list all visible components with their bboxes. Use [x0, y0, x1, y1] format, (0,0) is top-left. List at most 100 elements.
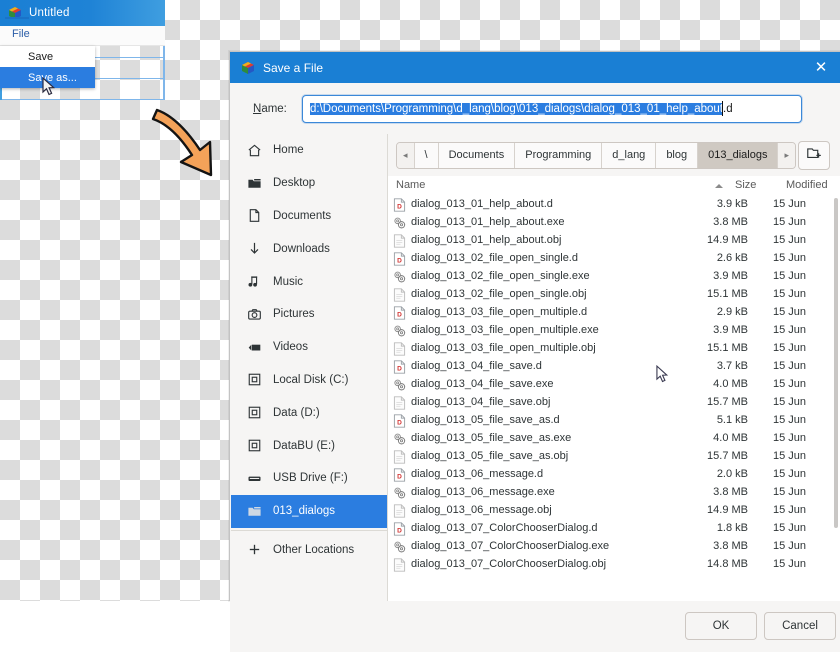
save-file-dialog: Save a File ✕ Name: d:\Documents\Program… [229, 51, 840, 652]
sidebar-item-data-d[interactable]: Data (D:) [231, 396, 387, 429]
breadcrumb-programming[interactable]: Programming [515, 142, 603, 168]
filename-row: Name: d:\Documents\Programming\d_lang\bl… [230, 83, 840, 134]
table-row[interactable]: Ddialog_013_01_help_about.d 3.9 kB 15 Jun [388, 196, 840, 214]
sidebar-item-home[interactable]: Home [231, 134, 387, 167]
ok-button[interactable]: OK [685, 612, 757, 640]
close-icon[interactable]: ✕ [801, 52, 840, 83]
table-row[interactable]: dialog_013_01_help_about.obj 14.9 MB 15 Ju… [388, 232, 840, 250]
drive-icon [245, 372, 263, 387]
file-name: dialog_013_02_file_open_single.obj [411, 288, 587, 300]
table-row[interactable]: dialog_013_03_file_open_multiple.obj 15.1… [388, 340, 840, 358]
file-modified: 15 Jun [772, 198, 806, 210]
file-name: dialog_013_05_file_save_as.obj [411, 450, 569, 462]
file-size: 14.9 MB [707, 504, 748, 516]
file-name: dialog_013_07_ColorChooserDialog.d [411, 522, 598, 534]
table-row[interactable]: Ddialog_013_05_file_save_as.d 5.1 kB 15 Ju… [388, 412, 840, 430]
sidebar-item-pictures[interactable]: Pictures [231, 298, 387, 331]
d-source-icon: D [393, 306, 406, 320]
breadcrumb-blog[interactable]: blog [656, 142, 699, 168]
file-size: 14.8 MB [707, 558, 748, 570]
table-row[interactable]: Ddialog_013_07_ColorChooserDialog.d 1.8 k… [388, 520, 840, 538]
table-row[interactable]: dialog_013_06_message.obj 14.9 MB 15 Jun [388, 502, 840, 520]
sidebar-item-databu-e[interactable]: DataBU (E:) [231, 429, 387, 462]
d-source-icon: D [393, 468, 406, 482]
file-list[interactable]: Ddialog_013_01_help_about.d 3.9 kB 15 Jun d… [388, 196, 840, 601]
svg-text:D: D [397, 527, 402, 534]
table-row[interactable]: Ddialog_013_02_file_open_single.d 2.6 kB 1… [388, 250, 840, 268]
sidebar-item-label: Desktop [273, 177, 316, 190]
table-row[interactable]: dialog_013_06_message.exe 3.8 MB 15 Jun [388, 484, 840, 502]
executable-icon [393, 324, 406, 338]
file-modified: 15 Jun [772, 324, 806, 336]
table-row[interactable]: dialog_013_04_file_save.exe 4.0 MB 15 Jun [388, 376, 840, 394]
sidebar-item-013-dialogs[interactable]: 013_dialogs [231, 494, 387, 528]
dialog-titlebar[interactable]: Save a File ✕ [230, 52, 840, 83]
file-name: dialog_013_02_file_open_single.d [411, 252, 578, 264]
table-row[interactable]: Ddialog_013_06_message.d 2.0 kB 15 Jun [388, 466, 840, 484]
table-row[interactable]: dialog_013_02_file_open_single.exe 3.9 MB… [388, 268, 840, 286]
file-modified: 15 Jun [772, 450, 806, 462]
sidebar-item-downloads[interactable]: Downloads [231, 232, 387, 265]
file-modified: 15 Jun [772, 270, 806, 282]
places-sidebar: Home Desktop Documents Downloads Music P… [231, 134, 388, 601]
file-name: dialog_013_03_file_open_multiple.d [411, 306, 588, 318]
file-name: dialog_013_04_file_save.obj [411, 396, 551, 408]
folder-icon [245, 176, 263, 191]
new-folder-button[interactable] [798, 140, 830, 170]
table-row[interactable]: dialog_013_07_ColorChooserDialog.obj 14.8… [388, 556, 840, 574]
table-row[interactable]: dialog_013_04_file_save.obj 15.7 MB 15 Jun [388, 394, 840, 412]
column-header-modified[interactable]: Modified [786, 179, 828, 191]
sidebar-item-music[interactable]: Music [231, 265, 387, 298]
annotation-arrow-icon [148, 104, 230, 191]
file-size: 3.9 MB [713, 324, 748, 336]
video-icon [245, 340, 263, 355]
breadcrumb-d-lang[interactable]: d_lang [602, 142, 657, 168]
filename-input[interactable]: d:\Documents\Programming\d_lang\blog\013… [302, 94, 802, 123]
table-row[interactable]: dialog_013_05_file_save_as.obj 15.7 MB 15 … [388, 448, 840, 466]
breadcrumb-root[interactable]: \ [414, 142, 439, 168]
executable-icon [393, 270, 406, 284]
sidebar-item-usb-drive-f[interactable]: USB Drive (F:) [231, 462, 387, 495]
file-modified: 15 Jun [772, 414, 806, 426]
cancel-button[interactable]: Cancel [764, 612, 836, 640]
breadcrumb-013-dialogs[interactable]: 013_dialogs [698, 142, 779, 168]
column-header-name[interactable]: Name [396, 179, 425, 191]
table-row[interactable]: dialog_013_03_file_open_multiple.exe 3.9 … [388, 322, 840, 340]
executable-icon [393, 216, 406, 230]
file-list-scrollbar[interactable] [834, 198, 838, 528]
file-name: dialog_013_03_file_open_multiple.obj [411, 342, 596, 354]
sidebar-item-local-disk-c[interactable]: Local Disk (C:) [231, 364, 387, 397]
breadcrumb-back-button[interactable]: ◂ [397, 142, 415, 168]
file-name: dialog_013_02_file_open_single.exe [411, 270, 590, 282]
file-size: 2.6 kB [716, 252, 748, 264]
file-modified: 15 Jun [772, 216, 806, 228]
menu-file[interactable]: File [6, 26, 36, 41]
sidebar-item-desktop[interactable]: Desktop [231, 167, 387, 200]
main-window-title: Untitled [29, 7, 70, 19]
menu-item-save[interactable]: Save [0, 46, 95, 67]
file-name: dialog_013_01_help_about.obj [411, 234, 562, 246]
breadcrumb-documents[interactable]: Documents [438, 142, 516, 168]
sidebar-item-label: Downloads [273, 242, 330, 255]
table-row[interactable]: Ddialog_013_04_file_save.d 3.7 kB 15 Jun [388, 358, 840, 376]
sidebar-item-label: Data (D:) [273, 406, 320, 419]
sidebar-item-documents[interactable]: Documents [231, 200, 387, 233]
main-window-titlebar[interactable]: Untitled [0, 0, 165, 26]
column-header-size[interactable]: Size [735, 179, 756, 191]
breadcrumb-forward-button[interactable]: ▸ [778, 142, 795, 168]
file-modified: 15 Jun [772, 558, 806, 570]
svg-text:D: D [397, 257, 402, 264]
sidebar-item-videos[interactable]: Videos [231, 331, 387, 364]
table-row[interactable]: dialog_013_07_ColorChooserDialog.exe 3.8 … [388, 538, 840, 556]
pathbar-row: ◂ \ Documents Programming d_lang blog 01… [388, 134, 840, 176]
table-row[interactable]: dialog_013_02_file_open_single.obj 15.1 M… [388, 286, 840, 304]
d-source-icon: D [393, 414, 406, 428]
file-modified: 15 Jun [772, 432, 806, 444]
table-row[interactable]: Ddialog_013_03_file_open_multiple.d 2.9 k… [388, 304, 840, 322]
new-folder-icon [806, 145, 822, 166]
sidebar-item-other-locations[interactable]: Other Locations [231, 534, 387, 567]
home-icon [245, 143, 263, 158]
table-row[interactable]: dialog_013_05_file_save_as.exe 4.0 MB 15 J… [388, 430, 840, 448]
table-row[interactable]: dialog_013_01_help_about.exe 3.8 MB 15 Jun [388, 214, 840, 232]
music-note-icon [245, 274, 263, 289]
